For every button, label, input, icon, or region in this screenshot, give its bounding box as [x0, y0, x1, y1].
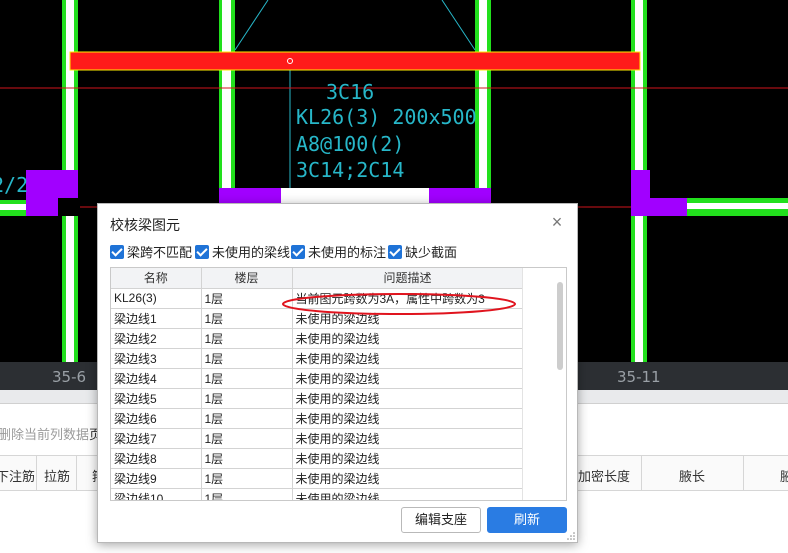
checkbox-checked-icon[interactable]	[110, 244, 124, 259]
table-row[interactable]: 梁边线10 1层 未使用的梁边线	[111, 488, 524, 500]
axis-label-left: 35-6	[52, 368, 87, 386]
cell-floor: 1层	[201, 448, 293, 469]
cell-floor: 1层	[201, 288, 293, 309]
app-window: 3C16 KL26(3) 200x500 A8@100(2) 3C14;2C14…	[0, 0, 788, 553]
cell-floor: 1层	[201, 408, 293, 429]
cell-issue: 未使用的梁边线	[292, 488, 524, 500]
cell-issue: 未使用的梁边线	[292, 388, 524, 409]
cell-floor: 1层	[201, 328, 293, 349]
issue-table: 名称 楼层 问题描述 KL26(3) 1层 当前图元跨数为3A，属性中跨数为3 梁边线…	[110, 267, 567, 501]
table-row[interactable]: 梁边线6 1层 未使用的梁边线	[111, 408, 524, 429]
cell-floor: 1层	[201, 388, 293, 409]
checkbox-checked-icon[interactable]	[291, 244, 305, 259]
cell-issue: 未使用的梁边线	[292, 408, 524, 429]
filter-unused-beam-lines[interactable]: 未使用的梁线	[195, 242, 290, 261]
beam-label-line-3: A8@100(2)	[296, 132, 404, 156]
cell-name: 梁边线10	[111, 488, 202, 500]
refresh-button[interactable]: 刷新	[487, 507, 567, 533]
cell-name: 梁边线3	[111, 348, 202, 369]
col-haunch-length[interactable]: 腋长	[679, 466, 705, 485]
dialog-title: 校核梁图元	[110, 217, 180, 233]
left-edge-text: 2/2	[0, 173, 28, 197]
header-name[interactable]: 名称	[111, 268, 202, 289]
cell-floor: 1层	[201, 488, 293, 500]
cell-name: KL26(3)	[111, 288, 202, 309]
cell-name: 梁边线1	[111, 308, 202, 329]
beam-label-line-4: 3C14;2C14	[296, 158, 404, 182]
col-tie-bar[interactable]: 拉筋	[44, 466, 70, 485]
cell-floor: 1层	[201, 348, 293, 369]
cell-issue: 未使用的梁边线	[292, 448, 524, 469]
cell-floor: 1层	[201, 468, 293, 489]
cell-issue: 未使用的梁边线	[292, 328, 524, 349]
cell-name: 梁边线8	[111, 448, 202, 469]
vertical-scrollbar[interactable]	[522, 268, 566, 500]
cell-name: 梁边线9	[111, 468, 202, 489]
filter-label: 缺少截面	[405, 245, 458, 260]
cell-name: 梁边线5	[111, 388, 202, 409]
scrollbar-thumb[interactable]	[557, 282, 563, 370]
filter-label: 未使用的梁线	[212, 245, 291, 260]
filter-span-mismatch[interactable]: 梁跨不匹配	[110, 242, 192, 261]
edit-support-button[interactable]: 编辑支座	[401, 507, 481, 533]
beam-kl26	[69, 51, 641, 71]
cell-floor: 1层	[201, 368, 293, 389]
cell-issue: 未使用的梁边线	[292, 428, 524, 449]
table-row[interactable]: 梁边线4 1层 未使用的梁边线	[111, 368, 524, 389]
cell-issue: 未使用的梁边线	[292, 368, 524, 389]
cell-issue: 未使用的梁边线	[292, 348, 524, 369]
table-row[interactable]: 梁边线5 1层 未使用的梁边线	[111, 388, 524, 409]
table-row[interactable]: 梁边线3 1层 未使用的梁边线	[111, 348, 524, 369]
table-row[interactable]: 梁边线8 1层 未使用的梁边线	[111, 448, 524, 469]
table-row[interactable]: 梁边线7 1层 未使用的梁边线	[111, 428, 524, 449]
delete-column-data-button[interactable]: 删除当前列数据	[0, 424, 89, 443]
check-beam-dialog: 校核梁图元 × 梁跨不匹配 未使用的梁线 未使用的标注 缺少截面 名称 楼层 问…	[97, 203, 578, 543]
beam-label-line-2: KL26(3) 200x500	[296, 105, 477, 129]
col-dense-length[interactable]: 加密长度	[578, 466, 630, 485]
cell-name: 梁边线7	[111, 428, 202, 449]
cell-floor: 1层	[201, 308, 293, 329]
highlight-ellipse	[282, 293, 516, 315]
checkbox-checked-icon[interactable]	[195, 244, 209, 259]
resize-grip-icon[interactable]	[567, 532, 575, 540]
filter-missing-section[interactable]: 缺少截面	[388, 242, 457, 261]
filter-unused-annotations[interactable]: 未使用的标注	[291, 242, 386, 261]
filter-label: 梁跨不匹配	[127, 245, 193, 260]
cell-name: 梁边线4	[111, 368, 202, 389]
header-floor[interactable]: 楼层	[201, 268, 293, 289]
close-icon[interactable]: ×	[547, 212, 567, 232]
table-row[interactable]: 梁边线2 1层 未使用的梁边线	[111, 328, 524, 349]
checkbox-checked-icon[interactable]	[388, 244, 402, 259]
beam-label-line-1: 3C16	[326, 80, 374, 104]
col-haunch[interactable]: 腋	[780, 466, 788, 485]
axis-label-right: 35-11	[617, 368, 661, 386]
table-header-row: 名称 楼层 问题描述	[111, 268, 524, 289]
cell-issue: 未使用的梁边线	[292, 468, 524, 489]
header-issue[interactable]: 问题描述	[292, 268, 524, 289]
filter-label: 未使用的标注	[308, 245, 387, 260]
table-row[interactable]: 梁边线9 1层 未使用的梁边线	[111, 468, 524, 489]
cell-floor: 1层	[201, 428, 293, 449]
cell-name: 梁边线2	[111, 328, 202, 349]
col-bottom-rebar[interactable]: 下注筋	[0, 466, 35, 485]
cell-name: 梁边线6	[111, 408, 202, 429]
